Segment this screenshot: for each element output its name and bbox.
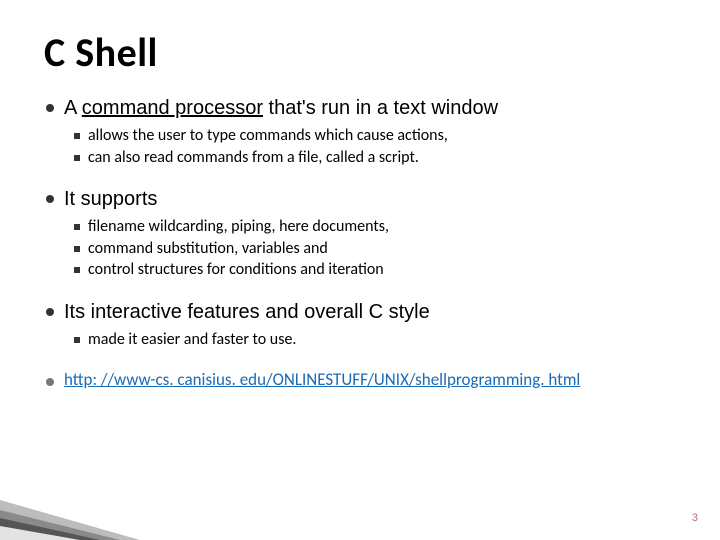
bullet-2-text: It supports [64, 186, 157, 212]
bullet-2-sublist: filename wildcarding, piping, here docum… [74, 216, 676, 281]
square-bullet-icon [74, 133, 80, 139]
bullet-dot-icon [46, 308, 54, 316]
square-bullet-icon [74, 246, 80, 252]
square-bullet-icon [74, 224, 80, 230]
bullet-1-underlined: command processor [82, 97, 263, 119]
bullet-3-sublist: made it easier and faster to use. [74, 329, 676, 351]
slide-title: C Shell [44, 28, 676, 77]
bullet-3: Its interactive features and overall C s… [46, 299, 676, 351]
bullet-3-text: Its interactive features and overall C s… [64, 299, 430, 325]
bullet-3-text-row: Its interactive features and overall C s… [46, 299, 676, 325]
bullet-2-text-row: It supports [46, 186, 676, 212]
bullet-3-prefix: Its interactive features and overall C s… [64, 301, 430, 323]
square-bullet-icon [74, 155, 80, 161]
corner-decoration [0, 460, 140, 540]
sub-bullet-text: filename wildcarding, piping, here docum… [88, 216, 389, 238]
reference-link[interactable]: http: //www-cs. canisius. edu/ONLINESTUF… [64, 369, 580, 391]
bullet-dot-icon [46, 195, 54, 203]
slide-content: A command processor that's run in a text… [44, 95, 676, 391]
sub-bullet: can also read commands from a file, call… [74, 147, 676, 169]
bullet-1-sublist: allows the user to type commands which c… [74, 125, 676, 168]
bullet-2-prefix: It supports [64, 188, 157, 210]
sub-bullet: made it easier and faster to use. [74, 329, 676, 351]
bullet-link: http: //www-cs. canisius. edu/ONLINESTUF… [46, 369, 676, 391]
sub-bullet: command substitution, variables and [74, 238, 676, 260]
square-bullet-icon [74, 267, 80, 273]
sub-bullet: filename wildcarding, piping, here docum… [74, 216, 676, 238]
bullet-2: It supports filename wildcarding, piping… [46, 186, 676, 281]
sub-bullet-text: allows the user to type commands which c… [88, 125, 448, 147]
bullet-dot-icon [46, 104, 54, 112]
bullet-dot-icon [46, 378, 54, 386]
bullet-1-text-row: A command processor that's run in a text… [46, 95, 676, 121]
square-bullet-icon [74, 337, 80, 343]
sub-bullet-text: command substitution, variables and [88, 238, 328, 260]
bullet-1: A command processor that's run in a text… [46, 95, 676, 168]
bullet-1-suffix: that's run in a text window [263, 97, 498, 119]
page-number: 3 [692, 512, 698, 524]
bullet-1-text: A command processor that's run in a text… [64, 95, 498, 121]
sub-bullet-text: can also read commands from a file, call… [88, 147, 419, 169]
bullet-link-row: http: //www-cs. canisius. edu/ONLINESTUF… [46, 369, 676, 391]
sub-bullet-text: made it easier and faster to use. [88, 329, 296, 351]
slide: C Shell A command processor that's run i… [0, 0, 720, 540]
sub-bullet: control structures for conditions and it… [74, 259, 676, 281]
bullet-1-prefix: A [64, 97, 82, 119]
sub-bullet: allows the user to type commands which c… [74, 125, 676, 147]
sub-bullet-text: control structures for conditions and it… [88, 259, 384, 281]
